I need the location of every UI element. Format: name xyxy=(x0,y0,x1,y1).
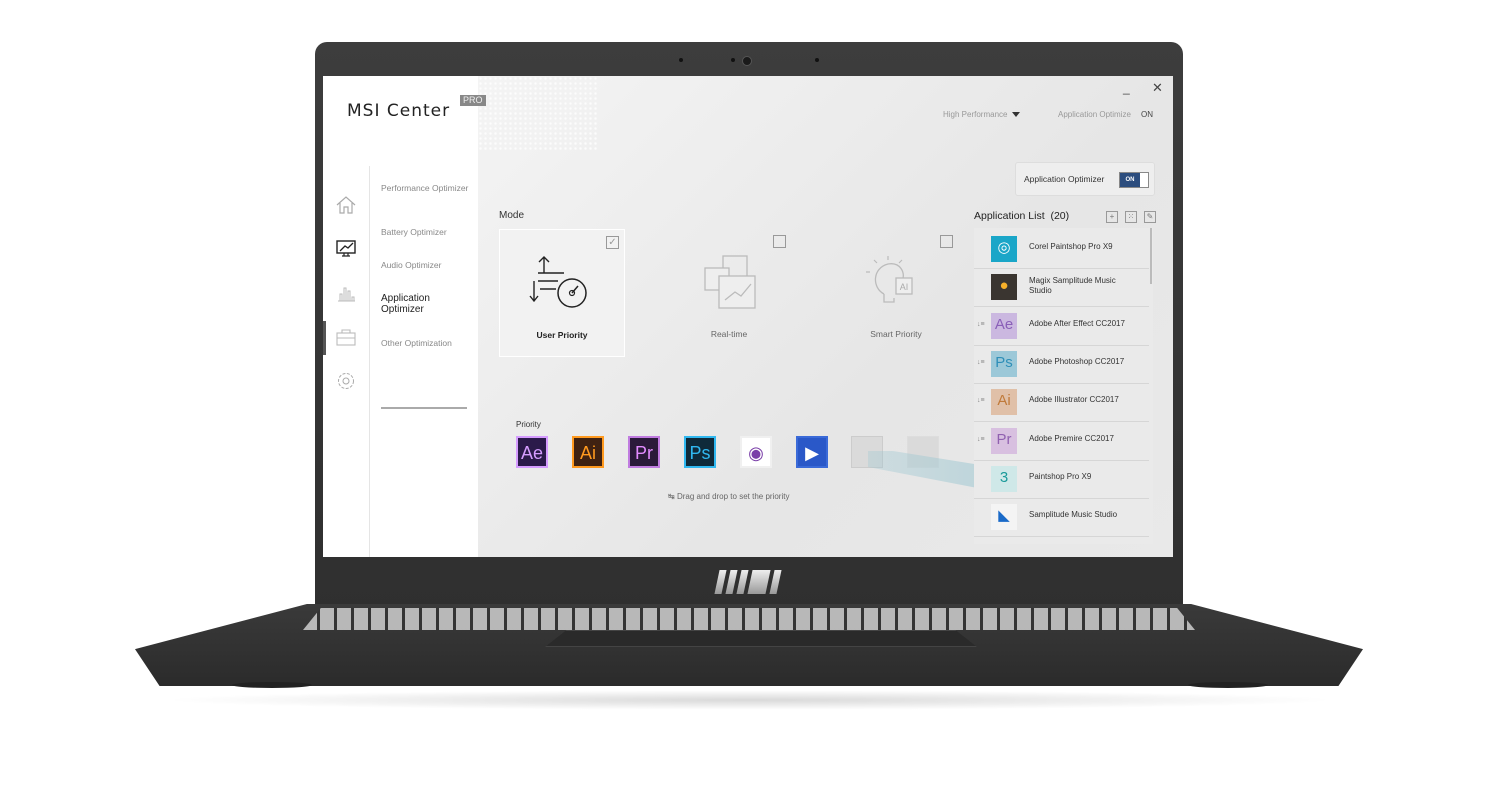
ai-lightbulb-icon: AI xyxy=(866,256,913,303)
msi-logo xyxy=(706,568,790,596)
app-name: Adobe Illustrator CC2017 xyxy=(1029,395,1119,405)
sort-order-icon: ↓≡ xyxy=(977,358,985,366)
optimizer-toggle[interactable]: ON xyxy=(1119,172,1149,188)
app-window: MSI Center PRO _ ✕ High Performance Appl… xyxy=(323,76,1173,557)
user-priority-gauge-icon xyxy=(529,256,587,308)
priority-app-icon[interactable]: Ai xyxy=(572,436,604,468)
svg-text:AI: AI xyxy=(900,282,909,292)
icon-rail xyxy=(323,166,370,557)
mic-dot-left xyxy=(679,58,683,62)
application-list-item[interactable]: ↓≡ Ae Adobe After Effect CC2017 xyxy=(974,307,1149,346)
app-icon: ◣ xyxy=(991,504,1017,531)
status-value: ON xyxy=(1141,110,1153,119)
mode-select-value: High Performance xyxy=(943,110,1008,119)
laptop-foot-left xyxy=(232,682,312,688)
application-list-item[interactable]: ◣ Samplitude Music Studio xyxy=(974,498,1149,538)
performance-monitor-icon[interactable] xyxy=(335,238,357,260)
scrollbar[interactable] xyxy=(1150,228,1152,284)
mode-card-user-priority[interactable]: ✓ User Priority xyxy=(499,229,625,357)
real-time-windows-icon xyxy=(704,255,756,309)
application-list-item[interactable]: 3 Paintshop Pro X9 xyxy=(974,460,1149,499)
checkbox-checked[interactable]: ✓ xyxy=(606,236,619,249)
app-title: MSI Center xyxy=(347,101,451,121)
sort-order-icon: ↓≡ xyxy=(977,435,985,443)
priority-app-icon[interactable]: ◉ xyxy=(740,436,772,468)
active-underline xyxy=(381,407,467,409)
app-icon: Ps xyxy=(991,350,1017,377)
priority-app-icon[interactable]: Pr xyxy=(628,436,660,468)
app-name: Magix Samplitude Music Studio xyxy=(1029,276,1116,296)
drag-icon: ↹ xyxy=(668,492,677,501)
application-list-title: Application List (20) xyxy=(974,210,1070,222)
menu-item-performance-optimizer[interactable]: Performance Optimizer xyxy=(381,183,471,193)
touchpad xyxy=(545,630,977,647)
application-list-item[interactable]: ↓≡ Ai Adobe Illustrator CC2017 xyxy=(974,383,1149,423)
application-list-item[interactable]: ◎ Corel Paintshop Pro X9 xyxy=(974,230,1149,269)
checkbox-unchecked[interactable] xyxy=(773,235,786,248)
app-name: Adobe Premire CC2017 xyxy=(1029,433,1114,443)
status-label: Application Optimize xyxy=(1058,110,1131,119)
sub-menu: Performance Optimizer Battery Optimizer … xyxy=(370,166,478,557)
app-name: Adobe After Effect CC2017 xyxy=(1029,318,1125,328)
close-button[interactable]: ✕ xyxy=(1152,80,1163,96)
app-icon: ◎ xyxy=(991,236,1017,262)
pro-badge: PRO xyxy=(460,95,486,106)
app-name: Samplitude Music Studio xyxy=(1029,510,1118,520)
add-icon[interactable]: + xyxy=(1106,211,1118,223)
app-icon: Pr xyxy=(991,427,1017,454)
gear-icon[interactable] xyxy=(335,370,357,392)
app-icon: Ai xyxy=(991,389,1017,416)
active-indicator xyxy=(323,321,326,355)
bar-chart-icon[interactable] xyxy=(335,282,357,304)
sort-order-icon: ↓≡ xyxy=(977,397,985,405)
application-list-item[interactable]: ↓≡ Ps Adobe Photoshop CC2017 xyxy=(974,345,1149,384)
webcam xyxy=(742,56,752,66)
app-icon: 3 xyxy=(991,465,1017,492)
app-name: Paintshop Pro X9 xyxy=(1029,471,1092,481)
priority-app-icon[interactable]: ▶ xyxy=(796,436,828,468)
edit-icon[interactable]: ✎ xyxy=(1144,211,1156,223)
mode-name: Smart Priority xyxy=(870,329,922,339)
mode-name: User Priority xyxy=(536,330,588,340)
sort-order-icon: ↓≡ xyxy=(977,320,985,328)
app-name: Adobe Photoshop CC2017 xyxy=(1029,356,1125,366)
mic-dot-right xyxy=(815,58,819,62)
toolbox-icon[interactable] xyxy=(335,326,357,348)
menu-item-battery-optimizer[interactable]: Battery Optimizer xyxy=(381,227,471,237)
app-icon: Ae xyxy=(991,312,1017,339)
optimizer-toggle-label: Application Optimizer xyxy=(1024,174,1105,184)
mode-card-smart-priority[interactable]: AI Smart Priority xyxy=(834,229,958,355)
mode-select[interactable]: High Performance xyxy=(943,110,1021,119)
sensor-dot xyxy=(731,58,735,62)
caret-down-icon xyxy=(1012,112,1021,118)
menu-item-application-optimizer[interactable]: Application Optimizer xyxy=(381,293,471,315)
mode-name: Real-time xyxy=(710,329,748,339)
priority-heading: Priority xyxy=(516,420,541,429)
application-list: ◎ Corel Paintshop Pro X9 ● Magix Samplitude… xyxy=(974,228,1153,544)
minimize-button[interactable]: _ xyxy=(1123,81,1130,95)
application-list-item[interactable]: ● Magix Samplitude Music Studio xyxy=(974,268,1149,308)
menu-item-audio-optimizer[interactable]: Audio Optimizer xyxy=(381,260,471,270)
mode-heading: Mode xyxy=(499,210,525,221)
toggle-state: ON xyxy=(1120,173,1140,187)
laptop-shadow xyxy=(160,690,1340,710)
checkbox-unchecked[interactable] xyxy=(940,235,953,248)
header-pattern xyxy=(478,76,598,151)
priority-app-icon[interactable]: Ae xyxy=(516,436,548,468)
menu-item-other-optimization[interactable]: Other Optimization xyxy=(381,338,471,348)
drag-hint: ↹ Drag and drop to set the priority xyxy=(668,492,790,501)
keyboard xyxy=(303,608,1195,630)
mode-card-real-time[interactable]: Real-time xyxy=(667,229,791,355)
laptop-foot-right xyxy=(1188,682,1268,688)
app-name: Corel Paintshop Pro X9 xyxy=(1029,242,1113,251)
optimizer-toggle-card: Application Optimizer ON xyxy=(1015,162,1155,196)
home-icon[interactable] xyxy=(335,194,357,216)
select-icon[interactable]: ⁙ xyxy=(1125,211,1137,223)
application-list-item[interactable]: ↓≡ Pr Adobe Premire CC2017 xyxy=(974,422,1149,461)
app-icon: ● xyxy=(991,274,1017,301)
priority-app-icon[interactable]: Ps xyxy=(684,436,716,468)
